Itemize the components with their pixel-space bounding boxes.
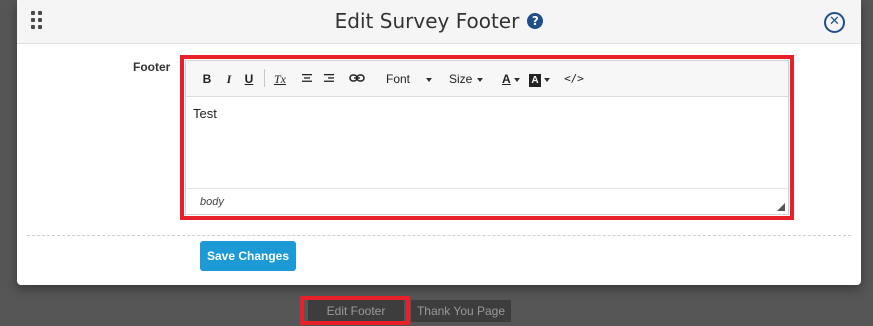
resize-handle-icon[interactable] <box>777 203 785 211</box>
footer-label: Footer <box>133 60 171 74</box>
link-icon[interactable] <box>348 71 366 87</box>
size-dropdown-label: Size <box>449 72 473 86</box>
rich-text-editor: B I U Tx Font Size A A </> Test body <box>185 60 789 215</box>
save-changes-button[interactable]: Save Changes <box>200 241 296 271</box>
align-right-icon[interactable] <box>322 71 336 87</box>
italic-button[interactable]: I <box>222 71 236 87</box>
chevron-down-icon <box>477 77 484 82</box>
underline-button[interactable]: U <box>242 71 256 87</box>
toolbar-separator <box>264 69 265 87</box>
chevron-down-icon <box>426 77 433 82</box>
divider <box>27 235 851 236</box>
bold-button[interactable]: B <box>200 71 214 87</box>
chevron-down-icon <box>513 77 520 82</box>
editor-toolbar: B I U Tx Font Size A A </> <box>186 61 788 97</box>
modal-header: Edit Survey Footer ? ✕ <box>17 0 861 44</box>
background-color-button[interactable]: A <box>529 71 553 87</box>
modal-title-bar: Edit Survey Footer ? <box>17 9 861 33</box>
align-center-icon[interactable] <box>300 71 314 87</box>
editor-content[interactable]: Test <box>193 106 217 121</box>
clear-format-button[interactable]: Tx <box>270 71 290 87</box>
element-path: body <box>200 196 224 208</box>
tab-thank-you-page[interactable]: Thank You Page <box>411 300 511 322</box>
text-color-button[interactable]: A <box>502 71 526 87</box>
tab-highlight-box <box>300 296 410 325</box>
edit-footer-modal: Edit Survey Footer ? ✕ Footer B I U Tx F… <box>17 0 861 285</box>
background-color-icon: A <box>529 74 541 87</box>
font-dropdown[interactable]: Font <box>386 71 436 87</box>
size-dropdown[interactable]: Size <box>449 71 493 87</box>
help-icon[interactable]: ? <box>527 13 544 29</box>
chevron-down-icon <box>544 77 550 82</box>
editor-status-bar: body <box>186 188 788 214</box>
text-color-icon: A <box>502 72 511 86</box>
modal-title: Edit Survey Footer <box>334 9 520 33</box>
close-icon[interactable]: ✕ <box>824 12 845 33</box>
font-dropdown-label: Font <box>386 72 411 86</box>
source-code-button[interactable]: </> <box>564 71 584 87</box>
